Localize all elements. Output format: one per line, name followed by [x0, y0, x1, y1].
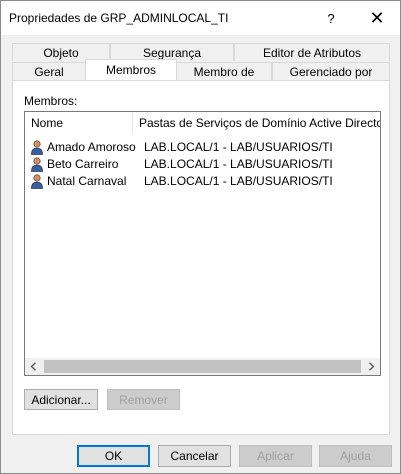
user-icon	[31, 157, 43, 172]
tab-label: Segurança	[142, 45, 202, 60]
user-icon	[31, 174, 43, 189]
tab-label: Membros	[105, 63, 156, 77]
tab-geral[interactable]: Geral	[12, 62, 86, 80]
members-label: Membros:	[24, 94, 78, 108]
properties-dialog: Propriedades de GRP_ADMINLOCAL_TI ? ✕ Ob…	[0, 0, 401, 474]
tab-editor-de-atributos[interactable]: Editor de Atributos	[234, 43, 390, 61]
tab-label: Objeto	[43, 45, 79, 60]
tab-membros[interactable]: Membros	[85, 59, 177, 80]
help-footer-button[interactable]: Ajuda	[319, 445, 392, 467]
ok-button[interactable]: OK	[77, 445, 150, 467]
member-folder: LAB.LOCAL/1 - LAB/USUARIOS/TI	[144, 140, 333, 154]
members-list[interactable]: Nome Pastas de Serviços de Domínio Activ…	[24, 111, 381, 376]
scrollbar-thumb[interactable]	[44, 360, 361, 373]
window-title: Propriedades de GRP_ADMINLOCAL_TI	[9, 11, 229, 25]
scroll-right-button[interactable]	[363, 358, 380, 375]
tab-gerenciado-por[interactable]: Gerenciado por	[272, 62, 390, 80]
list-item[interactable]: Natal Carnaval LAB.LOCAL/1 - LAB/USUARIO…	[25, 173, 380, 190]
list-header: Nome Pastas de Serviços de Domínio Activ…	[25, 112, 380, 134]
tab-membro-de[interactable]: Membro de	[176, 62, 272, 80]
title-bar: Propriedades de GRP_ADMINLOCAL_TI ? ✕	[1, 1, 400, 35]
list-item[interactable]: Amado Amoroso LAB.LOCAL/1 - LAB/USUARIOS…	[25, 139, 380, 156]
remove-button[interactable]: Remover	[107, 389, 180, 410]
close-button[interactable]: ✕	[354, 1, 400, 35]
horizontal-scrollbar[interactable]	[25, 358, 380, 375]
column-header-name[interactable]: Nome	[25, 112, 133, 134]
member-folder: LAB.LOCAL/1 - LAB/USUARIOS/TI	[144, 157, 333, 171]
apply-button[interactable]: Aplicar	[239, 445, 312, 467]
close-icon: ✕	[369, 7, 385, 28]
tab-label: Gerenciado por	[289, 64, 373, 79]
tab-label: Editor de Atributos	[262, 45, 362, 60]
scroll-left-button[interactable]	[25, 358, 42, 375]
member-name: Natal Carnaval	[47, 174, 127, 188]
members-tab-panel: Membros: Nome Pastas de Serviços de Domí…	[12, 80, 390, 435]
chevron-left-icon	[30, 362, 36, 371]
cancel-button[interactable]: Cancelar	[158, 445, 231, 467]
help-button[interactable]: ?	[308, 1, 354, 35]
tab-label: Membro de	[193, 64, 255, 79]
chevron-right-icon	[369, 362, 375, 371]
column-header-folder[interactable]: Pastas de Serviços de Domínio Active Dir…	[133, 112, 380, 134]
user-icon	[31, 140, 43, 155]
member-name: Beto Carreiro	[47, 157, 119, 171]
add-button[interactable]: Adicionar...	[24, 389, 98, 410]
member-folder: LAB.LOCAL/1 - LAB/USUARIOS/TI	[144, 174, 333, 188]
member-name: Amado Amoroso	[47, 140, 136, 154]
tab-label: Geral	[34, 64, 64, 79]
list-item[interactable]: Beto Carreiro LAB.LOCAL/1 - LAB/USUARIOS…	[25, 156, 380, 173]
help-icon: ?	[327, 10, 335, 26]
